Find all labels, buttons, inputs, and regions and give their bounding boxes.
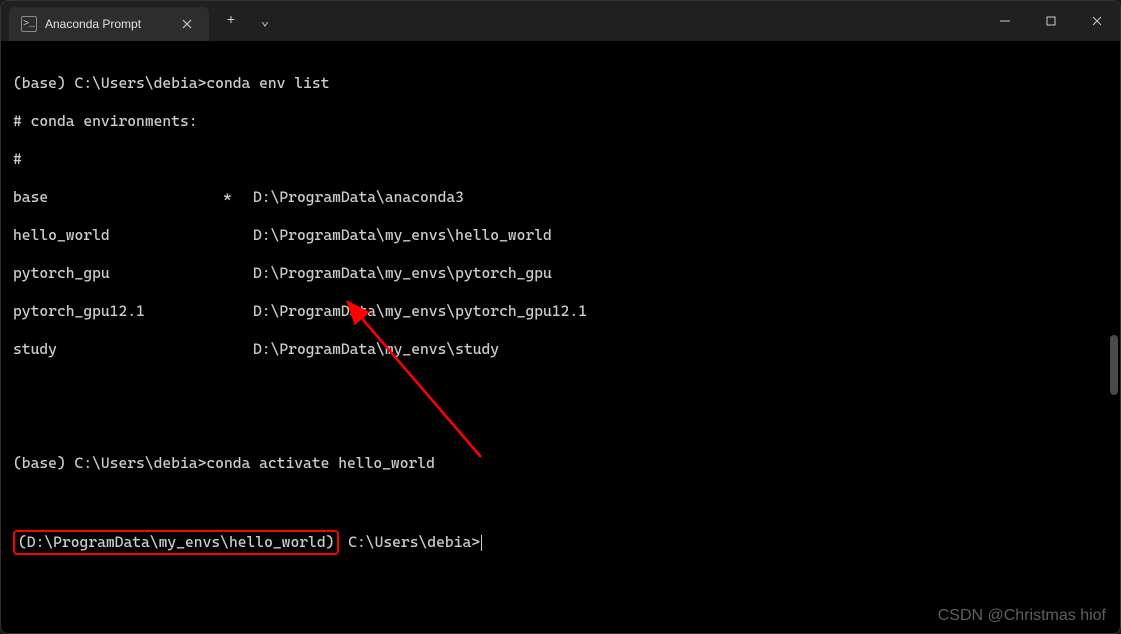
env-name: study [13,340,223,359]
env-name: base [13,188,223,207]
env-active-marker [223,340,253,359]
chevron-down-icon: ⌄ [261,13,269,30]
env-active-marker: * [223,188,253,207]
terminal-window: >_ Anaconda Prompt + ⌄ (ba [0,0,1121,634]
env-path: D:\ProgramData\my_envs\pytorch_gpu [253,264,552,283]
prompt-prefix: (base) C:\Users\debia> [13,74,206,92]
maximize-button[interactable] [1028,1,1074,41]
terminal-blank-line [13,492,1108,511]
watermark: CSDN @Christmas hiof [938,606,1106,625]
env-name: pytorch_gpu12.1 [13,302,223,321]
env-active-marker [223,302,253,321]
terminal-line: (base) C:\Users\debia>conda env list [13,74,1108,93]
env-name: pytorch_gpu [13,264,223,283]
titlebar: >_ Anaconda Prompt + ⌄ [1,1,1120,41]
prompt-prefix: (base) C:\Users\debia> [13,454,206,472]
env-row: pytorch_gpu12.1 D:\ProgramData\my_envs\py… [13,302,1108,321]
minimize-icon [1000,16,1010,26]
terminal-body[interactable]: (base) C:\Users\debia>conda env list # c… [1,41,1120,633]
new-tab-button[interactable]: + [215,5,247,37]
env-active-marker [223,226,253,245]
plus-icon: + [227,13,235,29]
terminal-line: # [13,150,1108,169]
prompt-path: C:\Users\debia> [339,533,480,551]
terminal-line: (base) C:\Users\debia>conda activate hel… [13,454,1108,473]
env-path: D:\ProgramData\my_envs\hello_world [253,226,552,245]
cursor [481,535,482,551]
minimize-button[interactable] [982,1,1028,41]
terminal-blank-line [13,378,1108,397]
window-controls [982,1,1120,41]
tab-anaconda-prompt[interactable]: >_ Anaconda Prompt [9,7,209,41]
env-row: pytorch_gpu D:\ProgramData\my_envs\pytorc… [13,264,1108,283]
command-text: conda activate hello_world [206,454,435,472]
close-icon [182,19,192,29]
terminal-line: # conda environments: [13,112,1108,131]
command-text: conda env list [206,74,329,92]
env-path: D:\ProgramData\anaconda3 [253,188,464,207]
terminal-icon: >_ [21,16,37,32]
scrollbar-track[interactable] [1108,45,1118,629]
env-active-marker [223,264,253,283]
tab-title: Anaconda Prompt [45,17,141,31]
terminal-blank-line [13,416,1108,435]
tab-actions: + ⌄ [215,1,281,41]
tab-dropdown-button[interactable]: ⌄ [249,5,281,37]
env-path: D:\ProgramData\my_envs\pytorch_gpu12.1 [253,302,587,321]
env-path: D:\ProgramData\my_envs\study [253,340,499,359]
terminal-line: (D:\ProgramData\my_envs\hello_world) C:\… [13,530,1108,555]
maximize-icon [1046,16,1056,26]
close-icon [1092,16,1102,26]
env-row: hello_world D:\ProgramData\my_envs\hello_… [13,226,1108,245]
close-tab-button[interactable] [177,14,197,34]
close-window-button[interactable] [1074,1,1120,41]
highlighted-env-prefix: (D:\ProgramData\my_envs\hello_world) [13,530,339,555]
env-name: hello_world [13,226,223,245]
env-row: base*D:\ProgramData\anaconda3 [13,188,1108,207]
env-row: study D:\ProgramData\my_envs\study [13,340,1108,359]
scrollbar-thumb[interactable] [1110,335,1118,395]
